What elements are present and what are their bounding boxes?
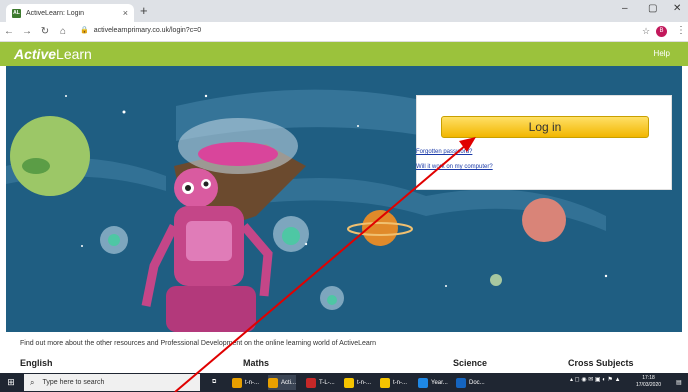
- login-panel: [416, 95, 672, 190]
- chrome-icon: [268, 377, 278, 388]
- chrome-icon: [232, 377, 242, 388]
- taskbar-app-label: Acti...: [281, 379, 297, 386]
- task-view-icon[interactable]: ⧉: [212, 375, 216, 390]
- clock-date: 17/03/2020: [636, 382, 662, 388]
- browser-tab[interactable]: AL ActiveLearn: Login ×: [6, 4, 134, 22]
- taskbar-app-label: t-n-...: [245, 379, 260, 386]
- login-button[interactable]: Log in: [441, 116, 649, 138]
- footer: Find out more about the other resources …: [0, 332, 688, 373]
- system-tray-icons[interactable]: ▴ ◻ ◉ ✉ ▣ ◐ ⚑ ▲: [570, 376, 621, 383]
- taskbar-app-6[interactable]: Doc...: [456, 375, 485, 390]
- activelearn-logo[interactable]: ActiveLearn: [14, 46, 92, 62]
- bookmark-star-icon[interactable]: ☆: [642, 26, 650, 37]
- profile-avatar[interactable]: B: [656, 26, 667, 37]
- will-it-work-link[interactable]: Will it work on my computer?: [416, 164, 493, 170]
- url-text: activelearnprimary.co.uk/login?c=0: [93, 26, 202, 34]
- minimize-icon[interactable]: –: [622, 3, 628, 14]
- taskbar-search-box[interactable]: ⌕ Type here to search: [24, 374, 200, 391]
- tab-title: ActiveLearn: Login: [26, 9, 84, 17]
- taskbar-app-1[interactable]: Acti...: [268, 375, 297, 390]
- clock-time: 17:18: [642, 375, 655, 381]
- browser-tab-bar: AL ActiveLearn: Login × + – ▢ ✕: [0, 0, 688, 22]
- word-icon: [456, 377, 466, 388]
- taskbar-app-4[interactable]: t-n-...: [380, 375, 407, 390]
- taskbar-app-label: Doc...: [469, 379, 485, 386]
- taskbar-app-5[interactable]: Year...: [418, 375, 448, 390]
- footer-intro-text: Find out more about the other resources …: [20, 340, 377, 347]
- close-tab-icon[interactable]: ×: [123, 8, 128, 18]
- taskbar-app-label: T-L-...: [319, 379, 335, 386]
- forward-icon[interactable]: →: [18, 26, 36, 37]
- reload-icon[interactable]: ↻: [36, 26, 54, 37]
- folder-icon: [380, 377, 390, 388]
- windows-start-icon[interactable]: ⊞: [0, 373, 22, 392]
- close-window-icon[interactable]: ✕: [673, 3, 681, 14]
- logo-active: Active: [14, 46, 57, 62]
- help-link[interactable]: Help: [654, 49, 670, 58]
- notifications-icon[interactable]: ▤: [676, 375, 682, 390]
- taskbar-clock[interactable]: 17:18 17/03/2020: [636, 375, 661, 389]
- lock-icon: 🔒: [80, 27, 89, 34]
- maximize-icon[interactable]: ▢: [648, 3, 657, 14]
- taskbar-app-2[interactable]: T-L-...: [306, 375, 335, 390]
- url-field[interactable]: 🔒 activelearnprimary.co.uk/login?c=0: [80, 26, 202, 35]
- taskbar-app-label: t-n-...: [357, 379, 372, 386]
- subject-maths[interactable]: Maths: [243, 358, 269, 368]
- new-tab-button[interactable]: +: [140, 3, 148, 18]
- folder-icon: [344, 377, 354, 388]
- subject-cross-subjects[interactable]: Cross Subjects: [568, 358, 634, 368]
- taskbar-app-0[interactable]: t-n-...: [232, 375, 259, 390]
- taskbar-app-label: t-n-...: [393, 379, 408, 386]
- powerpoint-icon: [306, 377, 316, 388]
- back-icon[interactable]: ←: [0, 26, 18, 37]
- search-placeholder: Type here to search: [42, 379, 105, 386]
- subject-science[interactable]: Science: [453, 358, 487, 368]
- site-header: ActiveLearn Help: [0, 42, 688, 66]
- logo-learn: Learn: [56, 46, 92, 62]
- taskbar-app-label: Year...: [431, 379, 448, 386]
- search-icon: ⌕: [30, 377, 35, 387]
- browser-menu-icon[interactable]: ⋮: [676, 25, 686, 36]
- activelearn-favicon-icon: AL: [12, 8, 21, 18]
- subject-english[interactable]: English: [20, 358, 53, 368]
- forgotten-password-link[interactable]: Forgotten password?: [416, 149, 472, 155]
- windows-taskbar: ⊞ ⌕ Type here to search ⧉ t-n-... Acti..…: [0, 373, 688, 392]
- taskbar-app-3[interactable]: t-n-...: [344, 375, 371, 390]
- edge-icon: [418, 377, 428, 388]
- home-icon[interactable]: ⌂: [54, 26, 72, 37]
- address-bar: ← → ↻ ⌂ 🔒 activelearnprimary.co.uk/login…: [0, 22, 688, 42]
